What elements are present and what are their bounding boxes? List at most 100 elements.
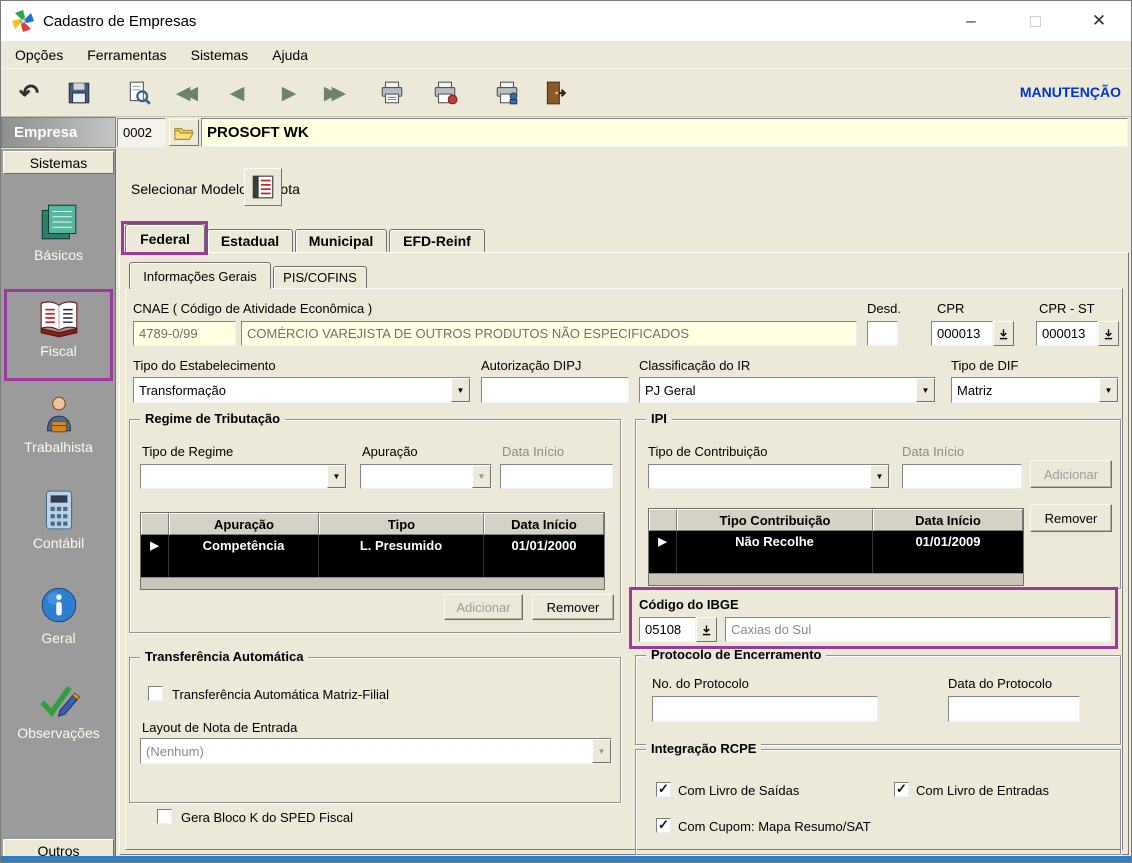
print-button[interactable] xyxy=(373,75,411,111)
menu-ferramentas[interactable]: Ferramentas xyxy=(87,47,166,63)
menubar: Opções Ferramentas Sistemas Ajuda xyxy=(1,41,1131,68)
bloco-k-label: Gera Bloco K do SPED Fiscal xyxy=(181,810,353,825)
tipo-contribuicao-combo[interactable]: ▼ xyxy=(648,464,890,489)
apuracao-combo[interactable]: ▼ xyxy=(360,464,492,489)
regime-grid[interactable]: Apuração Tipo Data Início ▶ Competência … xyxy=(140,512,605,590)
grid-cell-tipo: L. Presumido xyxy=(319,535,484,556)
grid-scrollbar[interactable] xyxy=(141,577,604,589)
layout-nota-value: (Nenhum) xyxy=(146,743,204,759)
close-button[interactable]: ✕ xyxy=(1067,1,1131,41)
grid-row-selected[interactable]: ▶ Competência L. Presumido 01/01/2000 xyxy=(141,535,604,556)
empresa-label: Empresa xyxy=(1,117,116,148)
preview-button[interactable] xyxy=(120,75,158,111)
transferencia-group: Transferência Automática Transferência A… xyxy=(129,649,621,803)
chevron-down-icon: ▼ xyxy=(921,385,930,395)
tab-federal[interactable]: Federal xyxy=(125,224,205,253)
classificacao-ir-label: Classificação do IR xyxy=(639,358,751,373)
sidebar-item-fiscal[interactable]: Fiscal xyxy=(1,297,116,377)
bloco-k-checkbox[interactable] xyxy=(157,809,172,824)
print-config-button[interactable] xyxy=(426,75,464,111)
grid-scrollbar[interactable] xyxy=(649,573,1023,585)
open-company-button[interactable] xyxy=(169,119,199,146)
livro-saidas-checkbox[interactable]: ✓ xyxy=(656,782,671,797)
livro-entradas-checkbox[interactable]: ✓ xyxy=(894,782,909,797)
tipo-dif-combo[interactable]: Matriz ▼ xyxy=(951,377,1119,403)
cpr-field[interactable]: 000013 xyxy=(931,321,993,346)
sidebar-item-observacoes[interactable]: Observações xyxy=(1,679,116,759)
cpr-st-field[interactable]: 000013 xyxy=(1036,321,1098,346)
save-button[interactable] xyxy=(60,75,98,111)
sistemas-button[interactable]: Sistemas xyxy=(3,151,114,174)
combo-button[interactable]: ▼ xyxy=(592,739,611,763)
tipo-dif-value: Matriz xyxy=(957,382,993,398)
cupom-mapa-checkbox[interactable]: ✓ xyxy=(656,818,671,833)
print-user-button[interactable] xyxy=(488,75,526,111)
chevron-down-icon: ▼ xyxy=(332,472,341,481)
selecionar-modelo-button[interactable] xyxy=(244,168,282,206)
minimize-button[interactable]: – xyxy=(939,1,1003,41)
sidebar-item-basicos[interactable]: Básicos xyxy=(1,201,116,281)
tab-estadual[interactable]: Estadual xyxy=(207,229,293,252)
sidebar-item-trabalhista[interactable]: Trabalhista xyxy=(1,393,116,473)
regime-remover-button[interactable]: Remover xyxy=(532,594,614,620)
open-folder-icon xyxy=(174,127,194,140)
combo-button[interactable]: ▼ xyxy=(451,378,470,402)
combo-button[interactable]: ▼ xyxy=(1099,378,1118,402)
maximize-button[interactable] xyxy=(1003,1,1067,41)
tab-efd-reinf[interactable]: EFD-Reinf xyxy=(389,229,485,252)
grid-selector-header xyxy=(141,513,169,535)
ipi-remover-button[interactable]: Remover xyxy=(1030,504,1112,532)
menu-ajuda[interactable]: Ajuda xyxy=(272,47,308,63)
numero-protocolo-field[interactable] xyxy=(652,696,878,722)
undo-button[interactable]: ↶ xyxy=(10,75,48,111)
tipo-estabelecimento-combo[interactable]: Transformação ▼ xyxy=(133,377,471,403)
data-protocolo-field[interactable] xyxy=(948,696,1080,722)
previous-record-button[interactable]: ◀ xyxy=(218,75,256,111)
classificacao-ir-combo[interactable]: PJ Geral ▼ xyxy=(639,377,936,403)
ibge-lookup-button[interactable] xyxy=(696,617,717,642)
subtab-pis-cofins[interactable]: PIS/COFINS xyxy=(273,266,367,288)
transferencia-checkbox[interactable] xyxy=(148,686,163,701)
sidebar-item-geral[interactable]: Geral xyxy=(1,584,116,664)
first-record-button[interactable]: ◀◀ xyxy=(168,75,206,111)
close-icon: ✕ xyxy=(1091,11,1107,30)
combo-button[interactable]: ▼ xyxy=(870,465,889,488)
geral-info-icon xyxy=(41,587,76,623)
cnae-code-field[interactable]: 4789-0/99 xyxy=(133,321,236,346)
ipi-data-inicio-field[interactable] xyxy=(902,464,1022,489)
menu-opcoes[interactable]: Opções xyxy=(15,47,63,63)
exit-button[interactable] xyxy=(536,75,574,111)
regime-adicionar-button[interactable]: Adicionar xyxy=(444,594,523,620)
preview-icon xyxy=(129,81,151,105)
ipi-grid[interactable]: Tipo Contribuição Data Início ▶ Não Reco… xyxy=(648,508,1024,586)
grid-row-selected[interactable]: ▶ Não Recolhe 01/01/2009 xyxy=(649,531,1023,552)
next-record-button[interactable]: ▶ xyxy=(270,75,308,111)
data-inicio-label: Data Início xyxy=(502,444,565,459)
sidebar-item-label: Contábil xyxy=(32,535,85,551)
tab-municipal[interactable]: Municipal xyxy=(295,229,387,252)
record-pointer-icon: ▶ xyxy=(150,540,159,552)
cpr-lookup-button[interactable] xyxy=(993,321,1014,346)
grid-header: Tipo Contribuição xyxy=(677,509,873,531)
menu-sistemas[interactable]: Sistemas xyxy=(191,47,249,63)
ipi-adicionar-button[interactable]: Adicionar xyxy=(1030,460,1112,488)
empresa-name-field[interactable]: PROSOFT WK xyxy=(201,118,1128,147)
cnae-description-field[interactable]: COMÉRCIO VAREJISTA DE OUTROS PRODUTOS NÃ… xyxy=(241,321,857,346)
combo-button[interactable]: ▼ xyxy=(327,465,346,488)
combo-button[interactable]: ▼ xyxy=(472,465,491,488)
check-icon: ✓ xyxy=(658,817,669,832)
desd-field[interactable] xyxy=(867,321,898,346)
codigo-ibge-field[interactable]: 05108 xyxy=(639,617,696,642)
sidebar-item-contabil[interactable]: Contábil xyxy=(1,489,116,569)
empresa-code-field[interactable]: 0002 xyxy=(117,118,166,147)
tipo-regime-combo[interactable]: ▼ xyxy=(140,464,347,489)
cpr-st-lookup-button[interactable] xyxy=(1098,321,1119,346)
protocolo-group-title: Protocolo de Encerramento xyxy=(646,647,827,662)
combo-button[interactable]: ▼ xyxy=(916,378,935,402)
layout-nota-combo[interactable]: (Nenhum) ▼ xyxy=(140,738,612,764)
regime-data-inicio-field[interactable] xyxy=(500,464,613,489)
autorizacao-dipj-field[interactable] xyxy=(481,377,629,403)
subtab-informacoes-gerais[interactable]: Informações Gerais xyxy=(129,262,271,289)
last-record-button[interactable]: ▶▶ xyxy=(316,75,354,111)
numero-protocolo-label: No. do Protocolo xyxy=(652,676,749,691)
